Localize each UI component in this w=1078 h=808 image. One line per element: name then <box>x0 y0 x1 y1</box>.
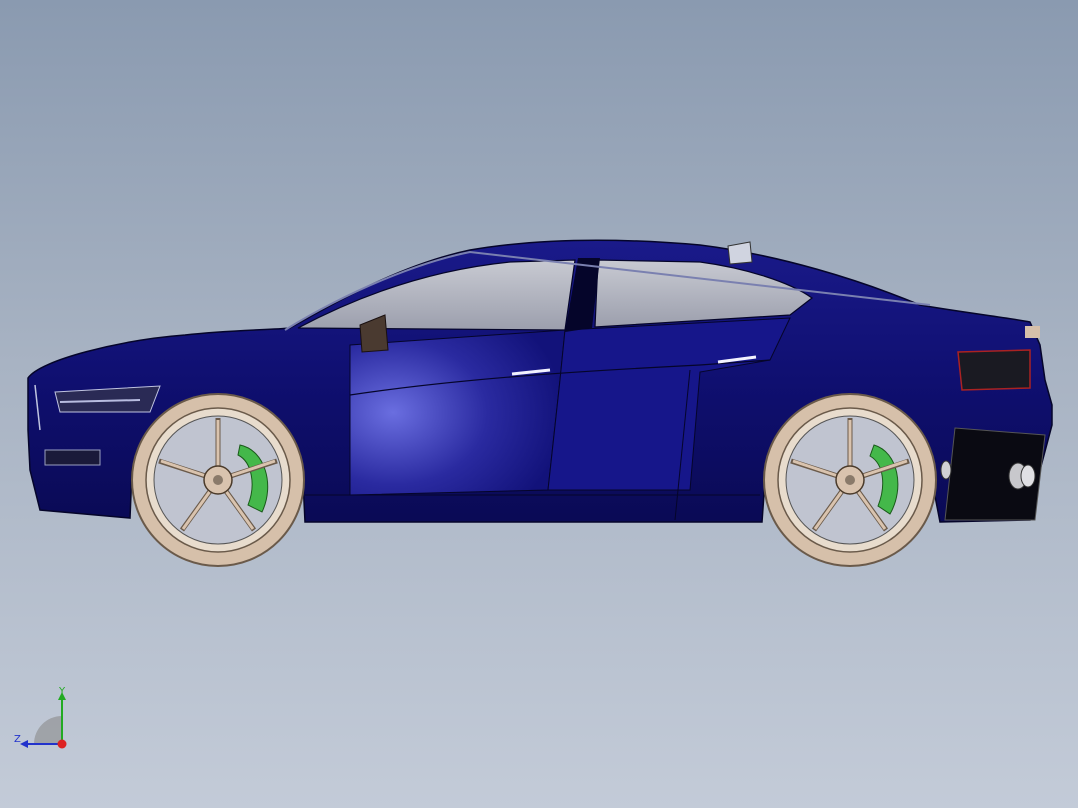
front-intake <box>44 449 101 466</box>
front-wheel[interactable] <box>131 393 305 567</box>
reference-triad: Y Z <box>14 686 67 749</box>
roof-antenna <box>727 241 753 265</box>
front-door-panel[interactable] <box>349 329 566 496</box>
tail-light <box>957 349 1031 391</box>
x-axis-dot <box>57 739 67 749</box>
y-axis-label: Y <box>58 686 66 697</box>
z-axis-label: Z <box>14 734 21 745</box>
car-model[interactable] <box>0 0 1078 808</box>
rear-wheel[interactable] <box>763 393 937 567</box>
graphics-viewport[interactable]: Y Z <box>0 0 1078 808</box>
triad-plane-icon <box>34 716 62 744</box>
